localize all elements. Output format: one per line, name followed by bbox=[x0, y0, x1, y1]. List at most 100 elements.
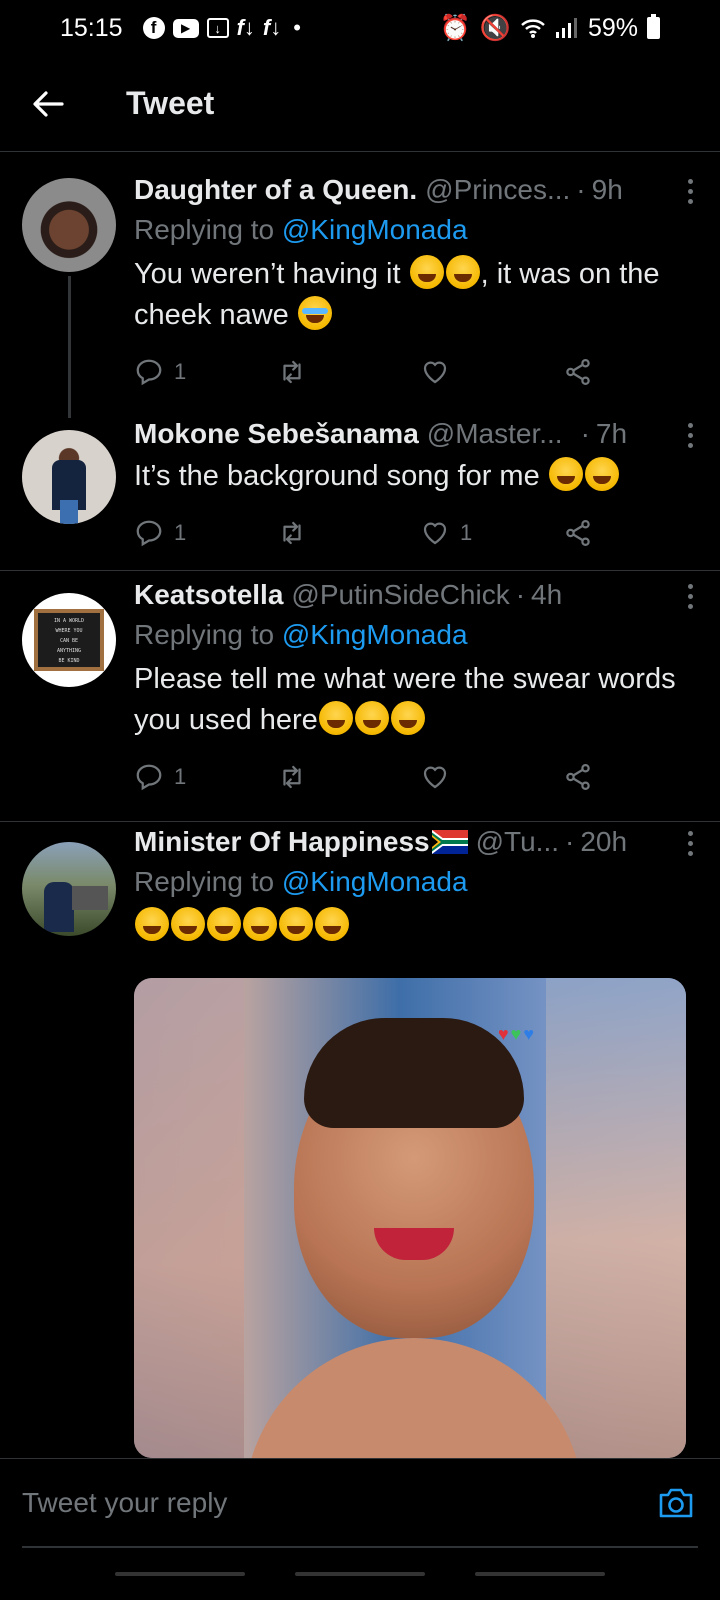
timestamp[interactable]: 9h bbox=[592, 174, 623, 206]
share-button[interactable] bbox=[563, 762, 593, 792]
reply-icon bbox=[136, 764, 162, 791]
more-icon[interactable] bbox=[682, 582, 698, 609]
letterboard-sign: IN A WORLD WHERE YOU CAN BE ANYTHING BE … bbox=[34, 609, 104, 671]
retweet-icon bbox=[283, 765, 301, 789]
username: @Tu... bbox=[475, 826, 560, 857]
like-count: 1 bbox=[460, 520, 473, 545]
rofl-emoji-icon bbox=[171, 907, 205, 941]
more-icon[interactable] bbox=[682, 421, 698, 448]
signal-icon bbox=[555, 18, 577, 38]
download-notification-icon: ↓ bbox=[206, 18, 229, 38]
back-arrow-icon[interactable] bbox=[0, 90, 96, 118]
like-icon bbox=[423, 522, 447, 545]
top-bar: Tweet bbox=[0, 56, 720, 152]
youtube-notification-icon: ▶ bbox=[172, 18, 199, 38]
share-button[interactable] bbox=[563, 357, 593, 387]
reply-count: 1 bbox=[174, 520, 187, 545]
tweet-1[interactable]: Daughter of a Queen. @Princes... · 9h Re… bbox=[0, 158, 720, 418]
reply-composer: Tweet your reply bbox=[0, 1458, 720, 1546]
timestamp[interactable]: 20h bbox=[580, 826, 627, 858]
display-name[interactable]: Minister Of Happiness bbox=[134, 826, 430, 858]
like-button[interactable] bbox=[420, 357, 563, 387]
tweet-3[interactable]: IN A WORLD WHERE YOU CAN BE ANYTHING BE … bbox=[0, 571, 720, 821]
like-icon bbox=[423, 361, 447, 384]
rofl-emoji-icon bbox=[315, 907, 349, 941]
timestamp[interactable]: 4h bbox=[531, 579, 562, 611]
facebook-notification-icon: f bbox=[142, 17, 165, 39]
more-icon[interactable] bbox=[682, 177, 698, 204]
display-name[interactable]: Mokone Sebešanama bbox=[134, 418, 419, 450]
tweet-meta: Mokone Sebešanama @Master... · 7h bbox=[134, 416, 698, 452]
tweet-actions: 1 bbox=[134, 352, 698, 392]
replying-to: Replying to @KingMonada bbox=[134, 619, 468, 650]
rofl-emoji-icon bbox=[135, 907, 169, 941]
retweet-icon bbox=[283, 521, 301, 545]
nav-recents[interactable] bbox=[115, 1572, 245, 1576]
battery-icon bbox=[647, 14, 660, 39]
alarm-icon: ⏰ bbox=[439, 13, 471, 42]
rofl-emoji-icon bbox=[243, 907, 277, 941]
replying-to: Replying to @KingMonada bbox=[134, 866, 468, 897]
avatar[interactable] bbox=[22, 178, 116, 272]
tweet-text: It’s the background song for me bbox=[134, 456, 698, 497]
avatar[interactable] bbox=[22, 430, 116, 524]
display-name[interactable]: Keatsotella bbox=[134, 579, 283, 611]
mute-icon: 🔇 bbox=[479, 13, 511, 42]
status-time: 15:15 bbox=[60, 13, 123, 42]
mention-link[interactable]: @KingMonada bbox=[282, 866, 468, 897]
south-africa-flag-icon bbox=[431, 830, 468, 854]
tweet-text bbox=[134, 906, 698, 947]
tweet-4[interactable]: Minister Of Happiness @Tu... · 20h Reply… bbox=[0, 822, 720, 1458]
tweet-text: You weren’t having it , it was on the ch… bbox=[134, 254, 698, 336]
more-icon[interactable] bbox=[682, 829, 698, 856]
rofl-emoji-icon bbox=[390, 701, 425, 735]
tweet-actions: 1 bbox=[134, 757, 698, 797]
share-button[interactable] bbox=[563, 518, 593, 548]
like-icon bbox=[423, 766, 447, 789]
tweet-2[interactable]: Mokone Sebešanama @Master... · 7h It’s t… bbox=[0, 410, 720, 570]
tweet-meta: Keatsotella @PutinSideChick · 4h bbox=[134, 577, 698, 613]
avatar[interactable]: IN A WORLD WHERE YOU CAN BE ANYTHING BE … bbox=[22, 593, 116, 687]
share-icon bbox=[566, 359, 590, 385]
rofl-emoji-icon bbox=[354, 701, 389, 735]
wifi-icon bbox=[521, 19, 545, 38]
username: @Master... bbox=[426, 418, 563, 449]
reply-button[interactable]: 1 bbox=[134, 762, 277, 792]
page-title: Tweet bbox=[126, 85, 215, 121]
fnb-notification-icon: f↓ bbox=[236, 15, 255, 40]
nav-home[interactable] bbox=[295, 1572, 425, 1576]
mention-link[interactable]: @KingMonada bbox=[282, 214, 468, 245]
rofl-emoji-icon bbox=[318, 701, 353, 735]
tweet-photo[interactable]: ♥♥♥ bbox=[134, 978, 686, 1458]
like-button[interactable] bbox=[420, 762, 563, 792]
battery-percent: 59% bbox=[587, 13, 638, 42]
retweet-button[interactable] bbox=[277, 357, 420, 387]
camera-icon[interactable] bbox=[654, 1481, 698, 1525]
reply-button[interactable]: 1 bbox=[134, 518, 277, 548]
retweet-icon bbox=[283, 360, 301, 384]
hearts-emoji-icon: ♥♥♥ bbox=[497, 1024, 536, 1044]
display-name[interactable]: Daughter of a Queen. bbox=[134, 174, 417, 206]
more-notifications-dot: • bbox=[293, 15, 301, 40]
rofl-emoji-icon bbox=[207, 907, 241, 941]
like-button[interactable]: 1 bbox=[420, 518, 563, 548]
reply-button[interactable]: 1 bbox=[134, 357, 277, 387]
reply-input[interactable]: Tweet your reply bbox=[22, 1487, 654, 1519]
nav-back[interactable] bbox=[475, 1572, 605, 1576]
avatar[interactable] bbox=[22, 842, 116, 936]
mention-link[interactable]: @KingMonada bbox=[282, 619, 468, 650]
joy-emoji-icon bbox=[548, 457, 583, 491]
rofl-emoji-icon bbox=[279, 907, 313, 941]
replying-to: Replying to @KingMonada bbox=[134, 214, 468, 245]
retweet-button[interactable] bbox=[277, 518, 420, 548]
reply-count: 1 bbox=[174, 764, 187, 789]
username: @PutinSideChick bbox=[291, 579, 510, 610]
username: @Princes... bbox=[425, 174, 571, 205]
tweet-meta: Minister Of Happiness @Tu... · 20h bbox=[134, 824, 698, 860]
reply-count: 1 bbox=[174, 359, 187, 384]
retweet-button[interactable] bbox=[277, 762, 420, 792]
system-nav-bar bbox=[0, 1548, 720, 1600]
timestamp[interactable]: 7h bbox=[596, 418, 627, 450]
share-icon bbox=[566, 764, 590, 790]
joy-emoji-icon bbox=[445, 255, 480, 289]
